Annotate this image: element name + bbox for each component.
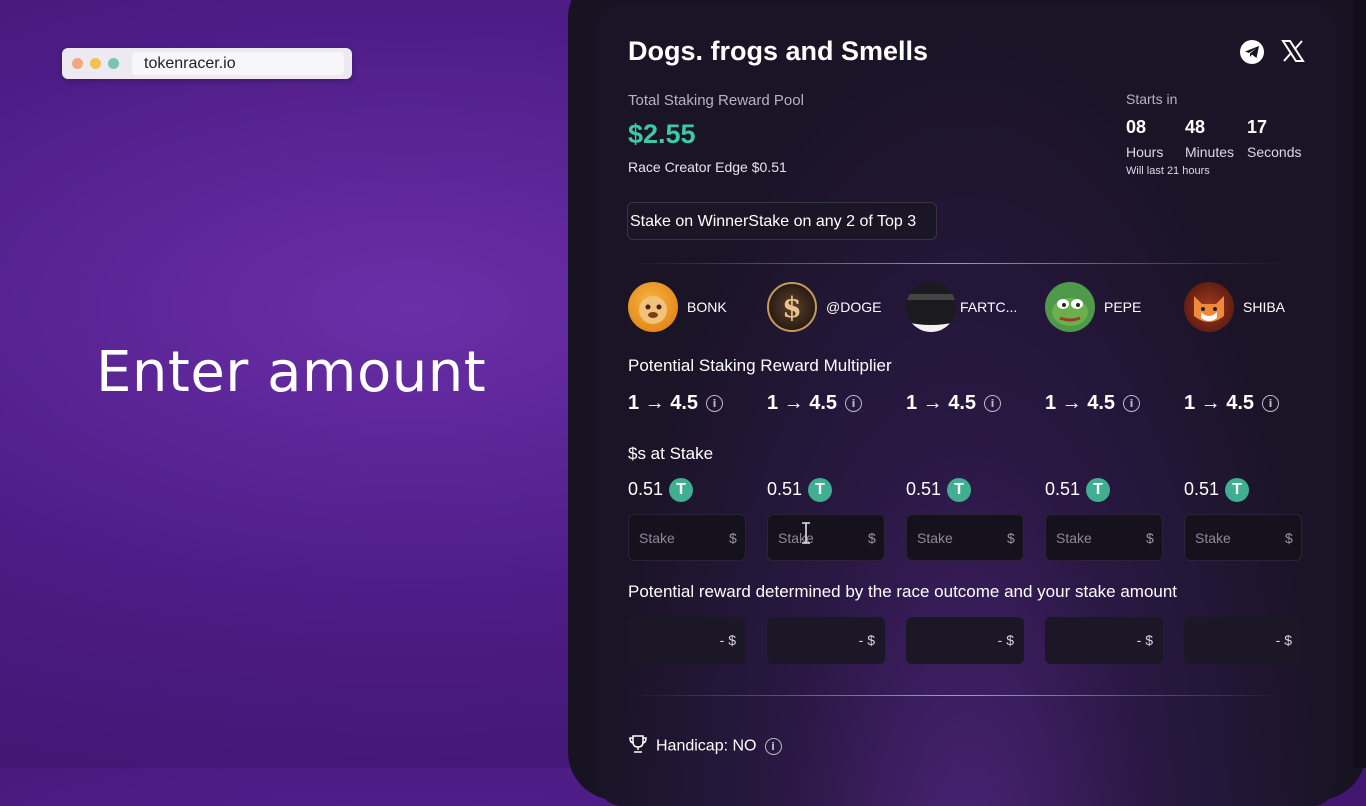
tether-icon: T [1225,478,1250,502]
stake-currency-fartcoin: $ [1007,530,1015,546]
staked-amount-shiba: 0.51 T [1184,478,1250,502]
hero-caption: Enter amount [96,340,487,405]
stake-currency-bonk: $ [729,530,737,546]
tether-icon: T [947,478,972,502]
fartcoin-avatar [906,282,956,332]
pool-value: $2.55 [628,119,696,149]
telegram-icon[interactable] [1240,40,1264,64]
trophy-icon [628,734,648,759]
divider-bottom [628,695,1288,696]
info-icon[interactable]: i [1262,395,1280,413]
token-name-pepe: PEPE [1104,299,1142,315]
shiba-avatar [1184,282,1234,332]
token-name-shiba: SHIBA [1243,299,1286,315]
info-icon[interactable]: i [984,395,1002,413]
device-edge [1353,0,1366,768]
info-icon[interactable]: i [845,395,863,413]
multiplier-heading: Potential Staking Reward Multiplier [628,356,892,375]
stake-currency-shiba: $ [1285,530,1293,546]
url-field: tokenracer.io [132,52,344,75]
race-duration: Will last 21 hours [1126,165,1210,177]
countdown-seconds-label: Seconds [1247,144,1302,160]
countdown-minutes-label: Minutes [1185,144,1235,160]
doge-avatar: $ [767,282,817,332]
pepe-avatar [1045,282,1095,332]
token-name-bonk: BONK [687,299,727,315]
multiplier-fartcoin: 1 → 4.5 i [906,392,1002,415]
staked-amount-doge: 0.51 T [767,478,833,502]
countdown-label: Starts in [1126,91,1178,107]
text-cursor-icon [800,522,812,550]
multiplier-bonk: 1 → 4.5 i [628,392,724,415]
countdown-hours-label: Hours [1126,144,1164,160]
multiplier-shiba: 1 → 4.5 i [1184,392,1280,415]
stake-currency-pepe: $ [1146,530,1154,546]
countdown-seconds: 17 [1247,117,1268,137]
divider-top [628,263,1288,264]
window-minimize-dot [90,58,101,69]
token-name-doge: @DOGE [826,299,882,315]
reward-doge: - $ [767,617,885,664]
race-title: Dogs. frogs and Smells [628,36,929,66]
pool-label: Total Staking Reward Pool [628,92,804,109]
staked-amount-fartcoin: 0.51 T [906,478,972,502]
reward-bonk: - $ [628,617,746,664]
multiplier-pepe: 1 → 4.5 i [1045,392,1141,415]
info-icon[interactable]: i [1123,395,1141,413]
stakes-heading: $s at Stake [628,444,714,463]
reward-pepe: - $ [1045,617,1163,664]
reward-shiba: - $ [1184,617,1302,664]
reward-fartcoin: - $ [906,617,1024,664]
countdown-hours: 08 [1126,117,1147,137]
window-close-dot [72,58,83,69]
x-logo-icon[interactable] [1280,38,1306,64]
countdown-minutes: 48 [1185,117,1206,137]
creator-edge: Race Creator Edge $0.51 [628,159,787,175]
handicap-label: Handicap: NO [656,737,757,755]
stake-currency-doge: $ [868,530,876,546]
info-icon[interactable]: i [706,395,724,413]
window-maximize-dot [108,58,119,69]
browser-address-bar: tokenracer.io [62,48,352,79]
svg-text:$: $ [782,291,801,324]
tether-icon: T [1086,478,1111,502]
staked-amount-pepe: 0.51 T [1045,478,1111,502]
stake-rule-badge: Stake on WinnerStake on any 2 of Top 3 [627,202,937,240]
staked-amount-bonk: 0.51 T [628,478,694,502]
tether-icon: T [808,478,833,502]
info-icon[interactable]: i [764,738,782,755]
multiplier-doge: 1 → 4.5 i [767,392,863,415]
tether-icon: T [669,478,694,502]
token-name-fartcoin: FARTC... [960,299,1018,315]
reward-heading: Potential reward determined by the race … [628,582,1178,601]
handicap-row: Handicap: NO i [628,734,782,759]
bonk-avatar [628,282,678,332]
